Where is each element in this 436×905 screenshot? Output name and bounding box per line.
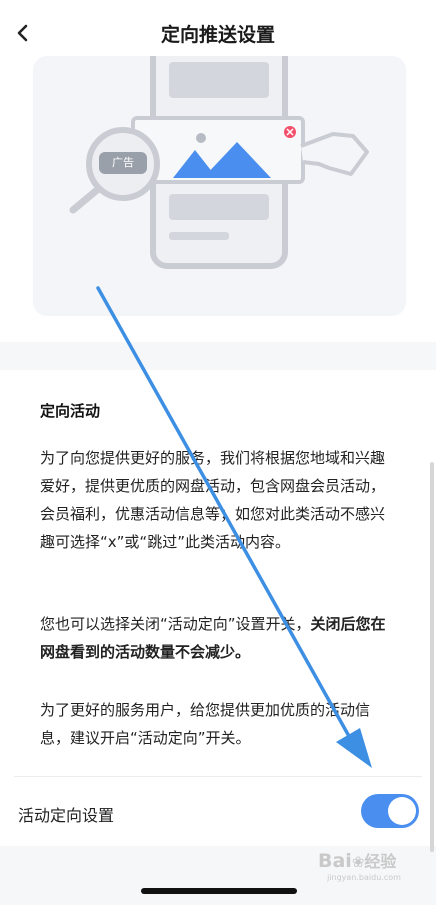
watermark-url: jingyan.baidu.com [327, 873, 401, 882]
home-indicator [141, 888, 297, 894]
toggle-knob [388, 797, 416, 825]
chevron-left-icon [17, 24, 28, 42]
watermark-brand-suffix: 经验 [364, 852, 397, 871]
paragraph-toggle-info-text: 您也可以选择关闭“活动定向”设置开关， [40, 615, 311, 633]
divider [14, 776, 422, 777]
paragraph-recommend: 为了更好的服务用户，给您提供更加优质的活动信息，建议开启“活动定向”开关。 [40, 701, 371, 747]
section-title: 定向活动 [40, 402, 101, 420]
paragraph-intro: 为了向您提供更好的服务，我们将根据您地域和兴趣爱好，提供更优质的网盘活动，包含网… [40, 449, 386, 551]
illustration-card: 广告 [33, 56, 406, 316]
content-section: 定向活动 为了向您提供更好的服务，我们将根据您地域和兴趣爱好，提供更优质的网盘活… [0, 370, 436, 846]
ad-tag-label: 广告 [112, 156, 134, 169]
paw-icon: ❀ [351, 853, 365, 871]
watermark-brand: Bai [318, 850, 352, 872]
page-title: 定向推送设置 [160, 23, 275, 46]
back-button[interactable] [8, 18, 38, 48]
paragraph-toggle-info: 您也可以选择关闭“活动定向”设置开关，关闭后您在网盘看到的活动数量不会减少。 [40, 610, 392, 666]
watermark: Bai❀经验 jingyan.baidu.com [318, 850, 428, 890]
setting-label: 活动定向设置 [18, 806, 115, 825]
illustration-section: 广告 [0, 56, 436, 342]
activity-targeting-toggle[interactable] [361, 794, 419, 828]
ad-illustration [69, 56, 369, 269]
scrollbar[interactable] [430, 462, 434, 852]
